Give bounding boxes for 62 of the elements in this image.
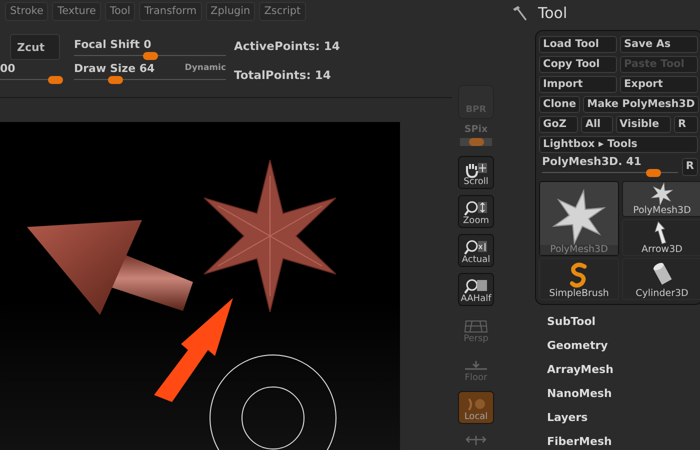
hand-icon [464, 160, 488, 178]
gizmo-circles-drawing[interactable] [210, 354, 336, 450]
shelf-button[interactable]: Zoom [458, 194, 494, 228]
hammer-icon [512, 5, 528, 21]
slider-thumb[interactable] [108, 76, 124, 84]
palette-button[interactable]: Load Tool [539, 36, 617, 53]
menu-button[interactable]: Zscript [259, 2, 306, 21]
shelf-button[interactable]: Local [458, 390, 494, 424]
shelf-button[interactable]: Scroll [458, 156, 494, 189]
subpalette-header[interactable]: Geometry [547, 338, 700, 354]
slider-label: 00 [0, 62, 16, 75]
total-points-label: TotalPoints: 14 [234, 66, 332, 84]
subpalette-header[interactable]: Layers [547, 410, 700, 426]
panel-title: Tool [538, 2, 568, 24]
active-points-label: ActivePoints: 14 [234, 38, 341, 56]
subpalette-header[interactable]: SubTool [547, 314, 700, 330]
grid-icon [464, 318, 488, 335]
menu-button[interactable]: Stroke [5, 2, 48, 21]
r-button[interactable]: R [682, 158, 698, 176]
spix-slider-thumb[interactable] [469, 138, 484, 146]
slider-thumb[interactable] [143, 52, 158, 60]
menu-button[interactable]: Zplugin [206, 2, 256, 21]
slider-track[interactable] [0, 76, 62, 84]
zoom-icon [464, 278, 488, 296]
slider-thumb[interactable] [646, 169, 662, 178]
palette-button[interactable]: GoZ [539, 116, 578, 133]
tool-tile[interactable]: SimpleBrush [539, 258, 619, 300]
mode-label: Dynamic [184, 62, 226, 75]
subpalette-header[interactable]: ArrayMesh [547, 362, 700, 378]
palette-button[interactable]: Save As [620, 36, 698, 53]
arrow-model-drawing[interactable] [27, 220, 193, 315]
slider-thumb[interactable] [48, 76, 63, 84]
slider-label: Draw Size 64 [74, 62, 155, 75]
shelf-button[interactable]: Actual [458, 234, 494, 268]
zcut-button[interactable]: Zcut [10, 34, 60, 60]
subpalette-header[interactable]: FiberMesh [547, 434, 700, 450]
palette-button[interactable]: Export [620, 76, 698, 93]
star-icon [650, 182, 674, 206]
palette-button[interactable]: Make PolyMesh3D [583, 96, 699, 113]
slider-label: Focal Shift 0 [74, 38, 152, 51]
zoom-icon [464, 200, 488, 217]
palette-button[interactable]: Visible [616, 116, 672, 133]
shelf-button[interactable]: AAHalf [458, 273, 494, 306]
tool-tile[interactable]: Cylinder3D [622, 258, 700, 300]
palette-button[interactable]: R [674, 116, 698, 133]
palette-button[interactable]: Lightbox ▸ Tools [539, 136, 698, 153]
spix-label: SPix [464, 125, 488, 135]
tool-tile[interactable]: PolyMesh3D [622, 181, 700, 218]
spix-slider-track[interactable] [460, 138, 492, 146]
palette-button[interactable]: Copy Tool [539, 56, 617, 73]
star-model-drawing[interactable] [204, 160, 336, 312]
current-tool-tile[interactable]: PolyMesh3D [539, 181, 619, 256]
slider-label: PolyMesh3D. 41 [542, 156, 642, 168]
palette-button[interactable]: Clone [539, 96, 580, 113]
palette-button[interactable]: All [581, 116, 613, 133]
subpalette-header[interactable]: NanoMesh [547, 386, 700, 402]
menu-button[interactable]: Tool [104, 2, 136, 21]
tool-tile[interactable]: Arrow3D [622, 219, 700, 256]
menu-button[interactable]: Texture [52, 2, 101, 21]
zoom-icon [464, 239, 488, 256]
palette-button[interactable]: Import [539, 76, 617, 93]
menu-button[interactable]: Transform [139, 2, 202, 21]
